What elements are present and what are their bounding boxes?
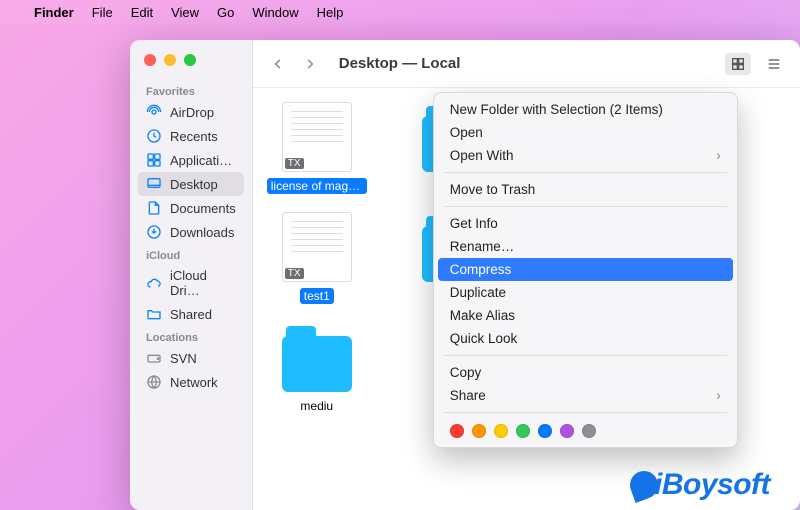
sidebar-item-airdrop[interactable]: AirDrop	[138, 100, 244, 124]
content-area[interactable]: TX license of magicm TX test1	[253, 88, 800, 510]
sidebar-label: Network	[170, 375, 218, 390]
chevron-right-icon: ›	[716, 388, 721, 403]
sidebar-item-downloads[interactable]: Downloads	[138, 220, 244, 244]
context-item-share[interactable]: Share›	[434, 384, 737, 407]
sidebar-item-network[interactable]: Network	[138, 370, 244, 394]
network-icon	[146, 374, 162, 390]
sidebar-label: Desktop	[170, 177, 218, 192]
download-icon	[146, 224, 162, 240]
file-item[interactable]: mediu	[267, 322, 367, 414]
sidebar-item-applications[interactable]: Applicati…	[138, 148, 244, 172]
list-view-button[interactable]	[761, 53, 787, 75]
sidebar-section-favorites: Favorites	[138, 80, 244, 100]
context-item-new-folder-selection[interactable]: New Folder with Selection (2 Items)	[434, 98, 737, 121]
context-item-compress[interactable]: Compress	[438, 258, 733, 281]
context-separator	[444, 206, 727, 207]
folder-icon	[282, 336, 352, 392]
context-item-get-info[interactable]: Get Info	[434, 212, 737, 235]
watermark-site: wsxdn.com	[742, 497, 792, 508]
text-file-icon: TX	[282, 102, 352, 172]
close-window-button[interactable]	[144, 54, 156, 66]
context-separator	[444, 355, 727, 356]
sidebar-section-locations: Locations	[138, 326, 244, 346]
context-item-move-to-trash[interactable]: Move to Trash	[434, 178, 737, 201]
file-label: license of magicm	[267, 178, 367, 194]
forward-button[interactable]	[299, 53, 321, 75]
zoom-window-button[interactable]	[184, 54, 196, 66]
context-item-quick-look[interactable]: Quick Look	[434, 327, 737, 350]
applications-icon	[146, 152, 162, 168]
clock-icon	[146, 128, 162, 144]
context-tags-row	[434, 418, 737, 442]
sidebar-item-desktop[interactable]: Desktop	[138, 172, 244, 196]
context-item-open[interactable]: Open	[434, 121, 737, 144]
context-separator	[444, 172, 727, 173]
window-controls	[138, 50, 244, 80]
menubar-app-name[interactable]: Finder	[34, 5, 74, 20]
finder-main: Desktop — Local TX license of magicm	[253, 40, 800, 510]
tag-green[interactable]	[516, 424, 530, 438]
sidebar-label: AirDrop	[170, 105, 214, 120]
sidebar-item-shared[interactable]: Shared	[138, 302, 244, 326]
context-menu: New Folder with Selection (2 Items) Open…	[433, 92, 738, 448]
tag-purple[interactable]	[560, 424, 574, 438]
tag-yellow[interactable]	[494, 424, 508, 438]
file-label: mediu	[296, 398, 337, 414]
file-label: test1	[300, 288, 334, 304]
context-item-duplicate[interactable]: Duplicate	[434, 281, 737, 304]
document-icon	[146, 200, 162, 216]
toolbar: Desktop — Local	[253, 40, 800, 88]
text-file-icon: TX	[282, 212, 352, 282]
sidebar-label: Downloads	[170, 225, 234, 240]
sidebar-label: Applicati…	[170, 153, 232, 168]
file-item[interactable]: TX test1	[267, 212, 367, 304]
menubar-item-help[interactable]: Help	[317, 5, 344, 20]
desktop-icon	[146, 176, 162, 192]
sidebar-label: SVN	[170, 351, 197, 366]
menubar-item-file[interactable]: File	[92, 5, 113, 20]
menubar-item-edit[interactable]: Edit	[131, 5, 153, 20]
context-item-open-with[interactable]: Open With›	[434, 144, 737, 167]
shared-folder-icon	[146, 306, 162, 322]
sidebar-item-recents[interactable]: Recents	[138, 124, 244, 148]
airdrop-icon	[146, 104, 162, 120]
file-item[interactable]: TX license of magicm	[267, 102, 367, 194]
context-separator	[444, 412, 727, 413]
minimize-window-button[interactable]	[164, 54, 176, 66]
menubar: Finder File Edit View Go Window Help	[0, 0, 800, 24]
sidebar-item-svn[interactable]: SVN	[138, 346, 244, 370]
icon-view-button[interactable]	[725, 53, 751, 75]
sidebar-label: Shared	[170, 307, 212, 322]
tag-blue[interactable]	[538, 424, 552, 438]
sidebar-label: iCloud Dri…	[170, 268, 236, 298]
finder-window: Favorites AirDrop Recents Applicati… Des…	[130, 40, 800, 510]
context-item-copy[interactable]: Copy	[434, 361, 737, 384]
tag-gray[interactable]	[582, 424, 596, 438]
sidebar-section-icloud: iCloud	[138, 244, 244, 264]
menubar-item-window[interactable]: Window	[252, 5, 298, 20]
sidebar: Favorites AirDrop Recents Applicati… Des…	[130, 40, 253, 510]
chevron-right-icon: ›	[716, 148, 721, 163]
context-item-rename[interactable]: Rename…	[434, 235, 737, 258]
back-button[interactable]	[267, 53, 289, 75]
cloud-icon	[146, 275, 162, 291]
tag-red[interactable]	[450, 424, 464, 438]
sidebar-label: Documents	[170, 201, 236, 216]
context-item-make-alias[interactable]: Make Alias	[434, 304, 737, 327]
disk-icon	[146, 350, 162, 366]
sidebar-label: Recents	[170, 129, 218, 144]
sidebar-item-icloud-drive[interactable]: iCloud Dri…	[138, 264, 244, 302]
sidebar-item-documents[interactable]: Documents	[138, 196, 244, 220]
tag-orange[interactable]	[472, 424, 486, 438]
menubar-item-go[interactable]: Go	[217, 5, 234, 20]
menubar-item-view[interactable]: View	[171, 5, 199, 20]
location-title: Desktop — Local	[339, 55, 461, 72]
